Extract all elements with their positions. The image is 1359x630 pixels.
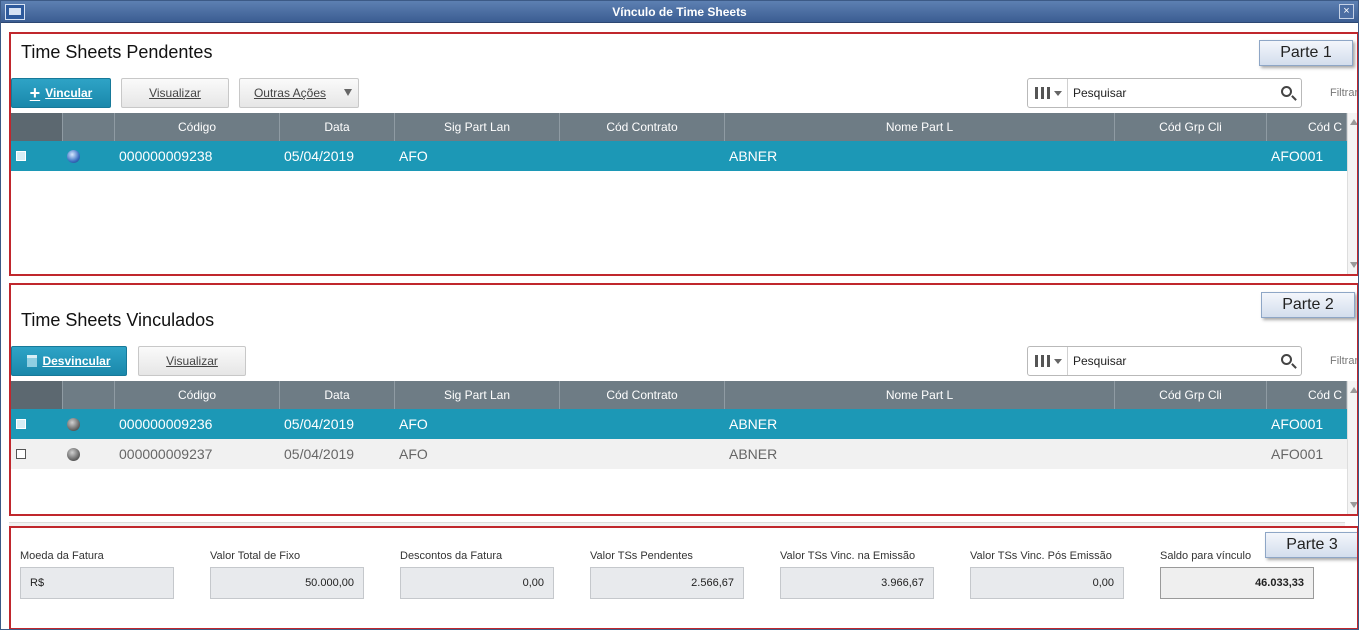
search-box [1027, 78, 1302, 108]
header-sig-part-lan[interactable]: Sig Part Lan [395, 381, 560, 409]
window-title: Vínculo de Time Sheets [612, 5, 747, 19]
grid-header: Código Data Sig Part Lan Cód Contrato No… [11, 113, 1347, 141]
header-cod-grp-cli[interactable]: Cód Grp Cli [1115, 381, 1267, 409]
saldo-label: Saldo para vínculo [1160, 550, 1252, 562]
descontos-label: Descontos da Fatura [400, 550, 503, 562]
cell-codigo: 000000009237 [119, 446, 213, 462]
cell-codigo: 000000009236 [119, 416, 213, 432]
header-sig-part-lan[interactable]: Sig Part Lan [395, 113, 560, 141]
cell-nome: ABNER [729, 148, 778, 164]
ts-pos-label: Valor TSs Vinc. Pós Emissão [970, 550, 1112, 562]
header-data[interactable]: Data [280, 381, 395, 409]
visualizar-vinc-button[interactable]: Visualizar [138, 346, 246, 376]
search-icon[interactable] [1281, 86, 1292, 97]
search-icon[interactable] [1281, 354, 1292, 365]
vincular-label: Vincular [45, 86, 93, 100]
moeda-label: Moeda da Fatura [20, 550, 104, 562]
ts-pendentes-field[interactable]: 2.566,67 [590, 567, 744, 599]
header-cod-c[interactable]: Cód C [1267, 381, 1347, 409]
table-row[interactable]: 000000009238 05/04/2019 AFO ABNER AFO001 [11, 141, 1347, 171]
part-3-label: Parte 3 [1265, 532, 1357, 558]
header-nome-part-l[interactable]: Nome Part L [725, 381, 1115, 409]
cell-codc: AFO001 [1271, 446, 1324, 462]
outras-acoes-label: Outras Ações [253, 86, 327, 100]
filtrar-link[interactable]: Filtrar [1330, 87, 1357, 99]
trash-icon [27, 355, 38, 367]
ts-pos-field[interactable]: 0,00 [970, 567, 1124, 599]
outras-acoes-button[interactable]: Outras Ações [239, 78, 359, 108]
vinculados-section: Time Sheets Vinculados Parte 2 Desvincul… [9, 283, 1358, 516]
valor-fixo-field[interactable]: 50.000,00 [210, 567, 364, 599]
cell-contrato [560, 141, 725, 171]
cell-contrato [560, 409, 725, 439]
cell-data: 05/04/2019 [284, 416, 355, 432]
table-row[interactable]: 000000009236 05/04/2019 AFO ABNER AFO001 [11, 409, 1347, 439]
header-data[interactable]: Data [280, 113, 395, 141]
close-icon[interactable]: × [1339, 4, 1354, 19]
columns-icon[interactable] [1028, 347, 1068, 375]
header-codigo[interactable]: Código [115, 113, 280, 141]
header-cod-c[interactable]: Cód C [1267, 113, 1347, 141]
columns-icon[interactable] [1028, 79, 1068, 107]
vertical-scrollbar[interactable] [1347, 113, 1357, 274]
table-row[interactable]: 000000009237 05/04/2019 AFO ABNER AFO001 [11, 439, 1347, 469]
header-cod-contrato[interactable]: Cód Contrato [560, 381, 725, 409]
cell-contrato [560, 439, 725, 469]
status-dot-icon [31, 409, 115, 439]
header-cod-contrato[interactable]: Cód Contrato [560, 113, 725, 141]
desvincular-label: Desvincular [42, 354, 111, 368]
plus-icon: + [29, 83, 41, 103]
cell-data: 05/04/2019 [284, 446, 355, 462]
header-nome-part-l[interactable]: Nome Part L [725, 113, 1115, 141]
header-codigo[interactable]: Código [115, 381, 280, 409]
cell-codigo: 000000009238 [119, 148, 213, 164]
cell-grp [1115, 141, 1267, 171]
ts-emissao-field[interactable]: 3.966,67 [780, 567, 934, 599]
part-2-label: Parte 2 [1261, 292, 1355, 318]
row-checkbox[interactable] [11, 439, 31, 469]
status-dot-icon [31, 439, 115, 469]
cell-grp [1115, 439, 1267, 469]
search-input[interactable] [1073, 351, 1273, 371]
header-check[interactable] [11, 113, 63, 141]
pendentes-section: Time Sheets Pendentes Parte 1 + Vincular… [9, 32, 1358, 276]
totais-section: Parte 3 Moeda da Fatura R$ Valor Total d… [9, 526, 1358, 629]
moeda-field[interactable]: R$ [20, 567, 174, 599]
search-input[interactable] [1073, 83, 1273, 103]
cell-codc: AFO001 [1271, 148, 1324, 164]
desvincular-button[interactable]: Desvincular [11, 346, 127, 376]
window: Vínculo de Time Sheets × Time Sheets Pen… [0, 0, 1359, 630]
valor-fixo-label: Valor Total de Fixo [210, 550, 301, 562]
header-check[interactable] [11, 381, 63, 409]
ts-emissao-label: Valor TSs Vinc. na Emissão [780, 550, 916, 562]
descontos-field[interactable]: 0,00 [400, 567, 554, 599]
cell-sig: AFO [399, 416, 428, 432]
header-status[interactable] [63, 381, 115, 409]
pendentes-title: Time Sheets Pendentes [21, 42, 213, 62]
filtrar-link[interactable]: Filtrar [1330, 355, 1357, 367]
part-1-label: Parte 1 [1259, 40, 1353, 66]
vinculados-title: Time Sheets Vinculados [21, 310, 215, 330]
row-checkbox[interactable] [11, 141, 31, 171]
visualizar-button[interactable]: Visualizar [121, 78, 229, 108]
grid-header: Código Data Sig Part Lan Cód Contrato No… [11, 381, 1347, 409]
search-box [1027, 346, 1302, 376]
vincular-button[interactable]: + Vincular [11, 78, 111, 108]
status-dot-icon [31, 141, 115, 171]
title-bar[interactable]: Vínculo de Time Sheets × [1, 1, 1358, 23]
cell-nome: ABNER [729, 416, 778, 432]
chevron-down-icon [344, 89, 352, 96]
cell-codc: AFO001 [1271, 416, 1324, 432]
cell-data: 05/04/2019 [284, 148, 355, 164]
saldo-field[interactable]: 46.033,33 [1160, 567, 1314, 599]
cell-nome: ABNER [729, 446, 778, 462]
vertical-scrollbar[interactable] [1347, 381, 1357, 514]
ts-pendentes-label: Valor TSs Pendentes [590, 550, 693, 562]
header-cod-grp-cli[interactable]: Cód Grp Cli [1115, 113, 1267, 141]
cell-sig: AFO [399, 446, 428, 462]
row-checkbox[interactable] [11, 409, 31, 439]
header-status[interactable] [63, 113, 115, 141]
cell-sig: AFO [399, 148, 428, 164]
cell-grp [1115, 409, 1267, 439]
